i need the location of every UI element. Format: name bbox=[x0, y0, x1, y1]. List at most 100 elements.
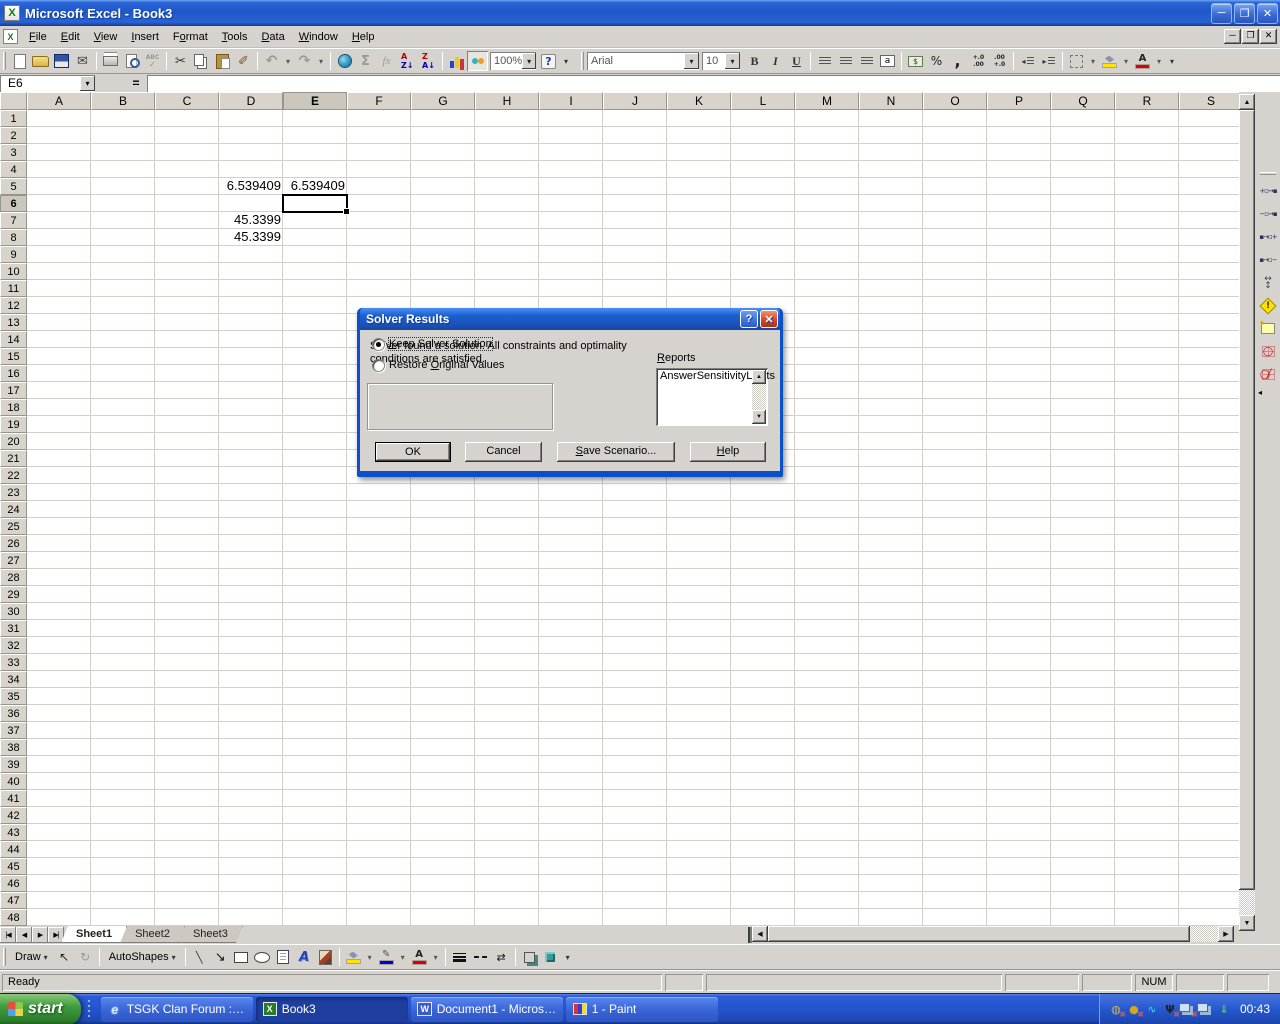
column-header-a[interactable]: A bbox=[27, 92, 91, 110]
trace-precedents-icon[interactable] bbox=[1257, 179, 1279, 202]
rotate-icon[interactable] bbox=[75, 947, 96, 967]
name-box[interactable]: E6 bbox=[0, 75, 95, 92]
row-header-43[interactable]: 43 bbox=[0, 824, 27, 841]
report-item-sensitivity[interactable]: Sensitivity bbox=[697, 370, 747, 382]
reports-list-scrollbar[interactable]: ▲ ▼ bbox=[752, 370, 766, 424]
row-header-3[interactable]: 3 bbox=[0, 144, 27, 161]
row-header-23[interactable]: 23 bbox=[0, 484, 27, 501]
chart-icon[interactable] bbox=[446, 51, 467, 71]
row-header-44[interactable]: 44 bbox=[0, 841, 27, 858]
row-header-41[interactable]: 41 bbox=[0, 790, 27, 807]
row-header-29[interactable]: 29 bbox=[0, 586, 27, 603]
column-header-c[interactable]: C bbox=[155, 92, 219, 110]
globe-blocked-icon[interactable] bbox=[1108, 1001, 1124, 1017]
draw-menu-button[interactable]: Draw bbox=[9, 949, 54, 965]
column-header-n[interactable]: N bbox=[859, 92, 923, 110]
menu-format[interactable]: Format bbox=[166, 28, 215, 46]
column-header-d[interactable]: D bbox=[219, 92, 283, 110]
scrollbar-thumb[interactable] bbox=[1239, 110, 1255, 890]
workbook-icon[interactable]: X bbox=[3, 29, 18, 44]
first-sheet-icon[interactable] bbox=[0, 927, 16, 943]
column-header-g[interactable]: G bbox=[411, 92, 475, 110]
font-color-icon[interactable] bbox=[409, 947, 430, 967]
row-header-47[interactable]: 47 bbox=[0, 892, 27, 909]
undo-icon[interactable] bbox=[261, 51, 282, 71]
dropdown-icon[interactable] bbox=[1120, 51, 1132, 71]
last-sheet-icon[interactable] bbox=[48, 927, 64, 943]
menu-file[interactable]: File bbox=[22, 28, 54, 46]
row-header-9[interactable]: 9 bbox=[0, 246, 27, 263]
column-header-h[interactable]: H bbox=[475, 92, 539, 110]
threed-icon[interactable] bbox=[540, 947, 561, 967]
row-header-25[interactable]: 25 bbox=[0, 518, 27, 535]
restore-button[interactable]: ❐ bbox=[1234, 3, 1255, 24]
row-header-33[interactable]: 33 bbox=[0, 654, 27, 671]
sheet-canvas[interactable]: 6.5394096.53940945.339945.3399 bbox=[27, 110, 1239, 926]
dropdown-icon[interactable] bbox=[1087, 51, 1099, 71]
borders-icon[interactable] bbox=[1066, 51, 1087, 71]
scroll-left-icon[interactable]: ◀ bbox=[752, 926, 768, 942]
row-header-20[interactable]: 20 bbox=[0, 433, 27, 450]
wireless-icon[interactable] bbox=[1144, 1001, 1160, 1017]
circle-invalid-data-icon[interactable] bbox=[1257, 340, 1279, 363]
sheet-tab-sheet1[interactable]: Sheet1 bbox=[61, 926, 127, 943]
cell-D8[interactable]: 45.3399 bbox=[219, 229, 281, 245]
trace-dependents-icon[interactable] bbox=[1257, 225, 1279, 248]
taskbar-task-ie[interactable]: TSGK Clan Forum :: P... bbox=[101, 997, 253, 1022]
taskbar-task-paint[interactable]: 1 - Paint bbox=[566, 997, 718, 1022]
inc-decimal-icon[interactable] bbox=[968, 51, 989, 71]
ok-button[interactable]: OK bbox=[375, 442, 451, 462]
open-icon[interactable] bbox=[30, 51, 51, 71]
volume-blocked-icon[interactable] bbox=[1126, 1001, 1142, 1017]
row-header-28[interactable]: 28 bbox=[0, 569, 27, 586]
column-header-e[interactable]: E bbox=[283, 92, 347, 110]
next-sheet-icon[interactable] bbox=[32, 927, 48, 943]
zoom-combobox[interactable]: 100% bbox=[490, 52, 536, 70]
row-header-18[interactable]: 18 bbox=[0, 399, 27, 416]
menu-view[interactable]: View bbox=[87, 28, 125, 46]
textbox-icon[interactable] bbox=[273, 947, 294, 967]
menu-tools[interactable]: Tools bbox=[215, 28, 255, 46]
column-header-p[interactable]: P bbox=[987, 92, 1051, 110]
new-icon[interactable] bbox=[9, 51, 30, 71]
line-style-icon[interactable] bbox=[449, 947, 470, 967]
row-header-6[interactable]: 6 bbox=[0, 195, 27, 212]
scroll-right-icon[interactable]: ▶ bbox=[1218, 926, 1234, 942]
column-header-s[interactable]: S bbox=[1179, 92, 1239, 110]
row-header-39[interactable]: 39 bbox=[0, 756, 27, 773]
keep-solver-solution-option[interactable]: Keep Solver Solution bbox=[373, 338, 492, 350]
spelling-icon[interactable] bbox=[142, 51, 163, 71]
network-blocked-icon[interactable] bbox=[1180, 1001, 1196, 1017]
row-header-17[interactable]: 17 bbox=[0, 382, 27, 399]
align-center-icon[interactable] bbox=[835, 51, 856, 71]
arrow-icon[interactable] bbox=[210, 947, 231, 967]
copy-icon[interactable] bbox=[191, 51, 212, 71]
reports-list[interactable]: ▲ ▼ AnswerSensitivityLimits bbox=[656, 368, 768, 426]
dropdown-icon[interactable] bbox=[1153, 51, 1165, 71]
percent-icon[interactable] bbox=[926, 51, 947, 71]
sort-az-icon[interactable] bbox=[397, 51, 418, 71]
email-icon[interactable] bbox=[72, 51, 93, 71]
column-header-q[interactable]: Q bbox=[1051, 92, 1115, 110]
column-header-k[interactable]: K bbox=[667, 92, 731, 110]
line-icon[interactable] bbox=[189, 947, 210, 967]
minimize-button[interactable]: ─ bbox=[1211, 3, 1232, 24]
font-size-combobox[interactable]: 10 bbox=[702, 52, 740, 70]
row-header-36[interactable]: 36 bbox=[0, 705, 27, 722]
italic-icon[interactable] bbox=[765, 51, 786, 71]
edit-formula-button[interactable]: = bbox=[125, 75, 147, 91]
comma-icon[interactable] bbox=[947, 51, 968, 71]
antenna-blocked-icon[interactable] bbox=[1162, 1001, 1178, 1017]
active-cell-selection[interactable] bbox=[282, 194, 348, 213]
menu-data[interactable]: Data bbox=[254, 28, 291, 46]
dash-style-icon[interactable] bbox=[470, 947, 491, 967]
autoshapes-menu-button[interactable]: AutoShapes bbox=[103, 949, 182, 965]
inc-indent-icon[interactable] bbox=[1038, 51, 1059, 71]
help-icon[interactable] bbox=[538, 51, 559, 71]
chevron-down-icon[interactable] bbox=[522, 53, 536, 69]
previous-sheet-icon[interactable] bbox=[16, 927, 32, 943]
print-preview-icon[interactable] bbox=[121, 51, 142, 71]
restore-original-values-option[interactable]: Restore Original Values bbox=[373, 359, 504, 371]
row-header-11[interactable]: 11 bbox=[0, 280, 27, 297]
row-header-37[interactable]: 37 bbox=[0, 722, 27, 739]
